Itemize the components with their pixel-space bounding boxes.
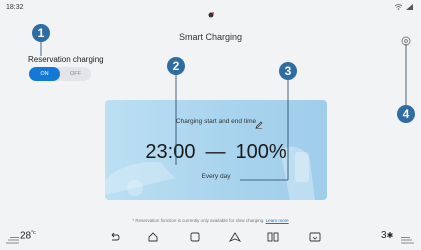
callout-2: 2 bbox=[167, 57, 185, 75]
navigation-icon[interactable] bbox=[228, 229, 242, 247]
back-icon[interactable] bbox=[110, 229, 120, 247]
fan-right-icon[interactable] bbox=[401, 232, 414, 250]
fan-left-icon[interactable] bbox=[6, 232, 19, 250]
temperature-left[interactable]: 28°c bbox=[20, 230, 36, 241]
temp-left-value: 28 bbox=[20, 230, 32, 242]
vehicle-screen-icon[interactable] bbox=[309, 229, 321, 247]
callout-lines bbox=[40, 42, 407, 181]
recent-apps-icon[interactable] bbox=[190, 229, 200, 247]
callout-4: 4 bbox=[397, 105, 415, 123]
temp-left-unit: °c bbox=[31, 230, 36, 236]
learn-more-link[interactable]: Learn more bbox=[266, 218, 289, 223]
callout-1: 1 bbox=[32, 24, 50, 42]
footnote: * Reservation function is currently only… bbox=[0, 218, 421, 223]
bottom-bar: 28°c 3✱ bbox=[0, 225, 421, 244]
footnote-text: * Reservation function is currently only… bbox=[132, 218, 265, 223]
home-icon[interactable] bbox=[148, 229, 158, 247]
callout-3: 3 bbox=[279, 62, 297, 80]
fan-icon: ✱ bbox=[386, 231, 394, 240]
fan-level-right[interactable]: 3✱ bbox=[381, 230, 393, 241]
media-icon[interactable] bbox=[267, 229, 279, 247]
